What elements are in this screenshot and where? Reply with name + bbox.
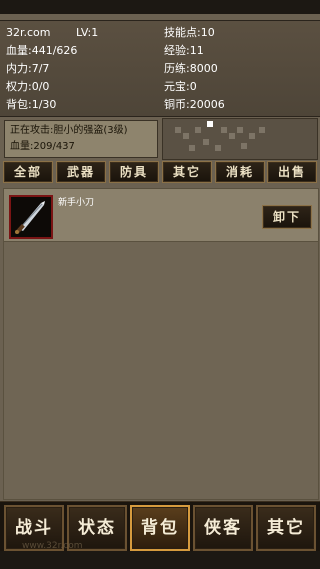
ingot-label: 元宝:0 xyxy=(164,80,197,93)
map-tile xyxy=(249,133,255,139)
map-tile xyxy=(189,145,195,151)
nav-other[interactable]: 其它 xyxy=(256,505,316,551)
inventory-list: 新手小刀 卸下 xyxy=(3,188,319,500)
player-stats-panel: 32r.com LV:1 技能点:10 血量:441/626 经验:11 内力:… xyxy=(0,20,320,117)
bag-filter-tabs: 全部 武器 防具 其它 消耗 出售 xyxy=(3,161,317,183)
map-tile xyxy=(241,143,247,149)
map-tile xyxy=(195,127,201,133)
skill-points-label: 技能点:10 xyxy=(164,26,215,39)
tab-other[interactable]: 其它 xyxy=(162,161,212,183)
map-tile xyxy=(203,139,209,145)
stamina-label: 内力:7/7 xyxy=(6,62,50,75)
hp-label: 血量:441/626 xyxy=(6,44,78,57)
bottom-frame xyxy=(0,551,320,569)
tab-armor[interactable]: 防具 xyxy=(109,161,159,183)
map-tile xyxy=(221,127,227,133)
top-frame xyxy=(0,0,320,14)
battle-status-box: 正在攻击:胆小的强盗(3级) 血量:209/437 xyxy=(4,120,158,158)
map-tile xyxy=(183,133,189,139)
tab-all[interactable]: 全部 xyxy=(3,161,53,183)
tab-sell[interactable]: 出售 xyxy=(267,161,317,183)
map-tile xyxy=(175,127,181,133)
tab-weapons[interactable]: 武器 xyxy=(56,161,106,183)
power-label: 权力:0/0 xyxy=(6,80,50,93)
map-tile xyxy=(229,133,235,139)
exp-label: 经验:11 xyxy=(164,44,204,57)
map-tile xyxy=(215,145,221,151)
bag-capacity-label: 背包:1/30 xyxy=(6,98,57,111)
list-item[interactable]: 新手小刀 卸下 xyxy=(4,189,318,242)
player-marker xyxy=(207,121,213,127)
unequip-button[interactable]: 卸下 xyxy=(262,205,312,229)
nav-bag[interactable]: 背包 xyxy=(130,505,190,551)
training-label: 历练:8000 xyxy=(164,62,218,75)
attack-target-text: 正在攻击:胆小的强盗(3级) xyxy=(10,125,128,136)
watermark: www.32r.com xyxy=(22,541,83,551)
item-name: 新手小刀 xyxy=(58,198,95,208)
tab-consumables[interactable]: 消耗 xyxy=(215,161,265,183)
nav-companions[interactable]: 侠客 xyxy=(193,505,253,551)
map-tile xyxy=(237,127,243,133)
minimap[interactable] xyxy=(162,118,318,160)
map-tile xyxy=(259,127,265,133)
level-label: LV:1 xyxy=(76,26,99,39)
site-label: 32r.com xyxy=(6,26,51,39)
enemy-hp-text: 血量:209/437 xyxy=(10,141,75,152)
copper-label: 铜币:20006 xyxy=(164,98,225,111)
dagger-icon[interactable] xyxy=(9,195,53,239)
